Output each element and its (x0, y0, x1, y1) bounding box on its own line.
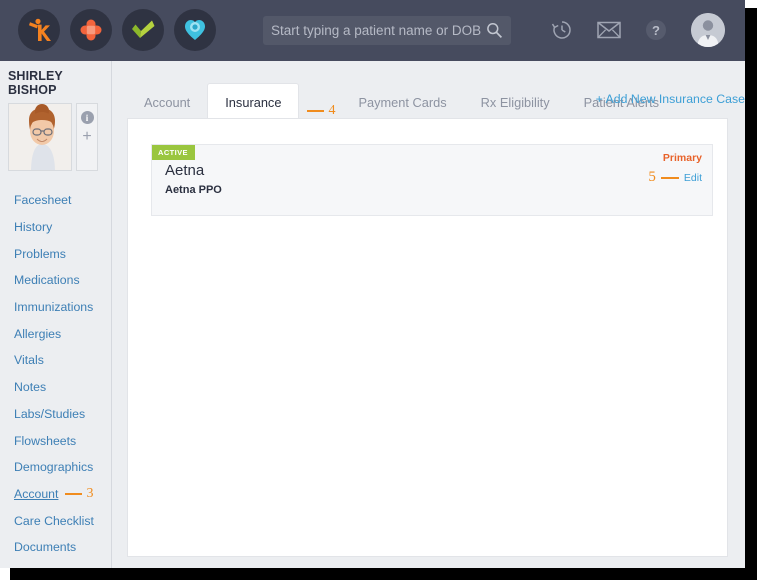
avatar-glyph (691, 13, 725, 47)
mail-glyph (597, 21, 621, 39)
patient-photo-glyph (9, 104, 71, 170)
sidebar-item-allergies[interactable]: Allergies (0, 320, 111, 347)
tab-label: Account (144, 95, 191, 110)
bandage-glyph (80, 19, 102, 41)
insurance-case-card[interactable]: ACTIVE Aetna Aetna PPO Primary 5 Edit (151, 144, 713, 216)
insurance-panel: ACTIVE Aetna Aetna PPO Primary 5 Edit (127, 118, 728, 557)
blue-heart-icon[interactable] (174, 9, 216, 51)
kareo-logo-glyph (29, 18, 51, 41)
application-window: ? SHIRLEY BISHOP (0, 0, 745, 568)
history-glyph (551, 21, 571, 39)
patient-photo-row: i + (8, 103, 111, 171)
sidebar-item-label: Facesheet (14, 193, 72, 208)
app-switcher-icons (18, 9, 216, 51)
tab-payment-cards[interactable]: Payment Cards (341, 86, 463, 119)
patient-sidebar: SHIRLEY BISHOP i + Facesheet History Pro… (0, 61, 112, 568)
history-icon[interactable] (551, 19, 573, 41)
green-check-icon[interactable] (122, 9, 164, 51)
edit-insurance-link[interactable]: Edit (684, 172, 702, 184)
search-icon[interactable] (486, 22, 503, 39)
sidebar-item-account[interactable]: Account 3 (0, 481, 111, 508)
sidebar-item-medications[interactable]: Medications (0, 267, 111, 294)
annotation-marker-4: 4 (299, 103, 341, 119)
annotation-line (65, 492, 83, 495)
window-shadow-right (745, 8, 757, 576)
add-new-insurance-case-link[interactable]: + Add New Insurance Case (596, 92, 745, 106)
mail-icon[interactable] (597, 21, 621, 39)
insurance-payer-name: Aetna (165, 162, 205, 179)
sidebar-item-flowsheets[interactable]: Flowsheets (0, 427, 111, 454)
sidebar-item-label: Medications (14, 273, 80, 288)
bandage-icon[interactable] (70, 9, 112, 51)
annotation-number: 4 (328, 103, 336, 118)
svg-text:?: ? (652, 23, 660, 38)
kareo-logo-icon[interactable] (18, 9, 60, 51)
check-glyph (132, 20, 155, 38)
annotation-number: 3 (86, 485, 94, 501)
help-icon[interactable]: ? (645, 19, 667, 41)
sidebar-item-recall[interactable]: Recall (0, 561, 111, 568)
sidebar-item-notes[interactable]: Notes (0, 374, 111, 401)
sidebar-item-immunizations[interactable]: Immunizations (0, 294, 111, 321)
sidebar-item-problems[interactable]: Problems (0, 240, 111, 267)
help-glyph: ? (646, 20, 666, 40)
sidebar-item-label: Care Checklist (14, 513, 94, 528)
sidebar-item-label: Demographics (14, 460, 94, 475)
status-badge: ACTIVE (152, 145, 195, 160)
sidebar-item-demographics[interactable]: Demographics (0, 454, 111, 481)
sidebar-nav-list: Facesheet History Problems Medications I… (0, 187, 111, 568)
patient-photo-tools: i + (76, 103, 98, 171)
sidebar-item-label: Notes (14, 380, 47, 395)
top-navigation-bar: ? (0, 0, 745, 61)
tab-label: Insurance (225, 94, 282, 110)
sidebar-item-label: Allergies (14, 326, 62, 341)
window-shadow-bottom (10, 568, 757, 580)
main-content-area: Account Insurance 4 Payment Cards Rx Eli… (113, 61, 745, 568)
sidebar-item-facesheet[interactable]: Facesheet (0, 187, 111, 214)
patient-search-box[interactable] (263, 16, 511, 45)
insurance-edit-row: 5 Edit (648, 169, 702, 186)
sidebar-item-documents[interactable]: Documents (0, 534, 111, 561)
tab-account[interactable]: Account (127, 86, 207, 119)
sidebar-item-vitals[interactable]: Vitals (0, 347, 111, 374)
annotation-line (307, 110, 325, 112)
tab-label: Payment Cards (358, 95, 447, 110)
sidebar-item-history[interactable]: History (0, 214, 111, 241)
tab-insurance[interactable]: Insurance (207, 83, 300, 120)
annotation-marker-3: 3 (65, 486, 93, 502)
topbar-action-icons: ? (551, 13, 725, 47)
add-icon[interactable]: + (82, 129, 91, 145)
search-input[interactable] (271, 23, 486, 38)
sidebar-item-label: Labs/Studies (14, 406, 86, 421)
user-avatar-icon[interactable] (691, 13, 725, 47)
sidebar-item-care-checklist[interactable]: Care Checklist (0, 507, 111, 534)
sidebar-item-labs-studies[interactable]: Labs/Studies (0, 401, 111, 428)
sidebar-item-label: Flowsheets (14, 433, 77, 448)
patient-name: SHIRLEY BISHOP (8, 69, 63, 97)
insurance-priority-label: Primary (662, 152, 702, 164)
annotation-number: 5 (648, 169, 656, 185)
heart-glyph (185, 20, 205, 40)
tab-rx-eligibility[interactable]: Rx Eligibility (464, 86, 567, 119)
patient-photo (8, 103, 72, 171)
sidebar-item-label: Documents (14, 540, 77, 555)
insurance-plan-name: Aetna PPO (165, 184, 222, 196)
sidebar-item-label: Immunizations (14, 300, 94, 315)
sidebar-item-label: Account (14, 486, 59, 501)
sidebar-item-label: Vitals (14, 353, 44, 368)
sidebar-item-label: Problems (14, 246, 66, 261)
account-tab-bar: Account Insurance 4 Payment Cards Rx Eli… (127, 83, 745, 120)
annotation-line (660, 176, 679, 179)
info-icon[interactable]: i (80, 111, 94, 124)
tab-label: Rx Eligibility (480, 95, 550, 110)
sidebar-item-label: History (14, 220, 53, 235)
